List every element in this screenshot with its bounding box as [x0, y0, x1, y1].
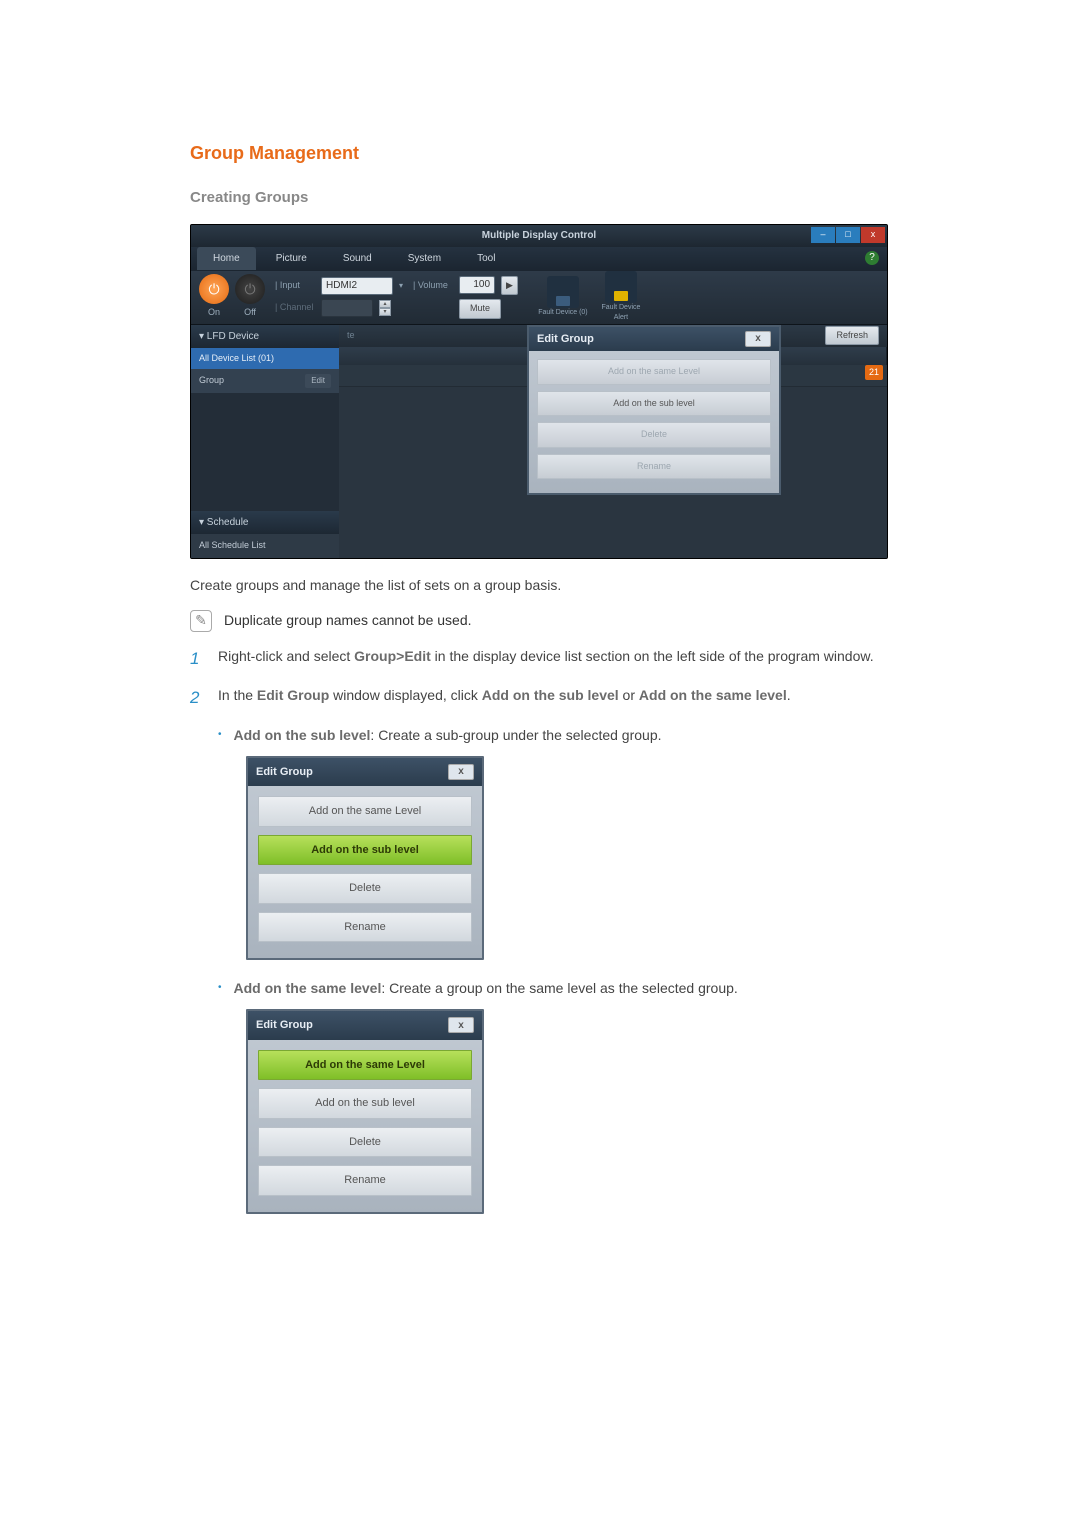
popup1-delete[interactable]: Delete [258, 873, 472, 904]
popup1-rename[interactable]: Rename [258, 912, 472, 943]
step-2-text: In the Edit Group window displayed, clic… [218, 685, 910, 711]
power-off-label: Off [235, 306, 265, 320]
sidebar-group-label: Group [199, 374, 224, 388]
app-screenshot: Multiple Display Control – □ x Home Pict… [190, 224, 888, 559]
sidebar-all-schedule-label: All Schedule List [199, 539, 266, 553]
input-label: | Input [275, 279, 315, 293]
channel-spinner[interactable]: ▴▾ [379, 300, 391, 316]
sub-bullet-1: Add on the sub level: Create a sub-group… [234, 725, 662, 746]
edit-group-dialog-same: Edit Group x Add on the same Level Add o… [246, 1009, 484, 1214]
step-2-number: 2 [190, 685, 206, 711]
input-select[interactable]: HDMI2 [321, 277, 393, 295]
step-1-text: Right-click and select Group>Edit in the… [218, 646, 910, 672]
volume-label: | Volume [413, 279, 453, 293]
toolbar: ⏻ ⏻ On Off | Input HDMI2 ▾ | Channel ▴▾ … [191, 271, 887, 325]
close-button[interactable]: x [861, 227, 885, 243]
power-on-icon[interactable]: ⏻ [199, 274, 229, 304]
popup2-delete[interactable]: Delete [258, 1127, 472, 1158]
sidebar: ▾ LFD Device All Device List (01) Group … [191, 325, 339, 558]
edit-group-title: Edit Group [537, 331, 594, 348]
edit-group-close-icon[interactable]: x [745, 331, 771, 347]
app-window-title: Multiple Display Control [482, 228, 596, 243]
description-text: Create groups and manage the list of set… [190, 575, 910, 596]
app-titlebar: Multiple Display Control – □ x [191, 225, 887, 247]
section-subtitle: Creating Groups [190, 187, 910, 210]
minimize-button[interactable]: – [811, 227, 835, 243]
popup2-close-icon[interactable]: x [448, 1017, 474, 1033]
popup-rename[interactable]: Rename [537, 454, 771, 480]
fault-alert-icon[interactable] [605, 271, 637, 303]
main-panel: te Refresh Power Input HDMI2 21 Edit Gro… [339, 325, 887, 558]
tab-overflow: te [347, 329, 355, 343]
tab-sound[interactable]: Sound [327, 247, 388, 270]
sidebar-all-schedule[interactable]: All Schedule List [191, 534, 339, 558]
tab-tool[interactable]: Tool [461, 247, 511, 270]
volume-value[interactable]: 100 [459, 276, 495, 294]
tab-home[interactable]: Home [197, 247, 256, 270]
popup2-add-sub-level[interactable]: Add on the sub level [258, 1088, 472, 1119]
edit-group-popup: Edit Group x Add on the same Level Add o… [527, 325, 781, 496]
refresh-button[interactable]: Refresh [825, 326, 879, 346]
sidebar-edit-button[interactable]: Edit [305, 374, 331, 388]
dropdown-icon[interactable]: ▾ [399, 280, 403, 292]
popup1-title: Edit Group [256, 764, 313, 781]
bullet-icon: • [218, 725, 222, 746]
count-badge: 21 [865, 365, 883, 381]
power-on-label: On [199, 306, 229, 320]
fault-device-icon[interactable] [547, 276, 579, 308]
section-title: Group Management [190, 140, 910, 167]
popup-add-same-level[interactable]: Add on the same Level [537, 359, 771, 385]
channel-label: | Channel [275, 301, 315, 315]
tab-picture[interactable]: Picture [260, 247, 323, 270]
popup-delete[interactable]: Delete [537, 422, 771, 448]
volume-play-icon[interactable]: ▶ [501, 276, 518, 296]
sidebar-all-devices[interactable]: All Device List (01) [191, 348, 339, 370]
sub-bullet-2: Add on the same level: Create a group on… [234, 978, 738, 999]
maximize-button[interactable]: □ [836, 227, 860, 243]
sidebar-group-row[interactable]: Group Edit [191, 369, 339, 393]
popup-add-sub-level[interactable]: Add on the sub level [537, 391, 771, 417]
fault-device-label: Fault Device (0) [538, 308, 588, 319]
sidebar-schedule-head[interactable]: ▾ Schedule [191, 511, 339, 534]
mute-button[interactable]: Mute [459, 299, 501, 319]
note-text: Duplicate group names cannot be used. [224, 610, 472, 631]
popup1-add-sub-level[interactable]: Add on the sub level [258, 835, 472, 866]
popup2-title: Edit Group [256, 1017, 313, 1034]
popup1-close-icon[interactable]: x [448, 764, 474, 780]
bullet-icon: • [218, 978, 222, 999]
edit-group-dialog-sub: Edit Group x Add on the same Level Add o… [246, 756, 484, 961]
sidebar-lfd-head[interactable]: ▾ LFD Device [191, 325, 339, 348]
popup2-add-same-level[interactable]: Add on the same Level [258, 1050, 472, 1081]
help-icon[interactable]: ? [865, 251, 879, 265]
popup2-rename[interactable]: Rename [258, 1165, 472, 1196]
fault-alert-label: Fault Device Alert [596, 303, 646, 324]
tab-system[interactable]: System [392, 247, 457, 270]
power-off-icon[interactable]: ⏻ [235, 274, 265, 304]
step-1-number: 1 [190, 646, 206, 672]
popup1-add-same-level[interactable]: Add on the same Level [258, 796, 472, 827]
menubar: Home Picture Sound System Tool ? [191, 247, 887, 271]
channel-input[interactable] [321, 299, 373, 317]
note-icon: ✎ [190, 610, 212, 632]
